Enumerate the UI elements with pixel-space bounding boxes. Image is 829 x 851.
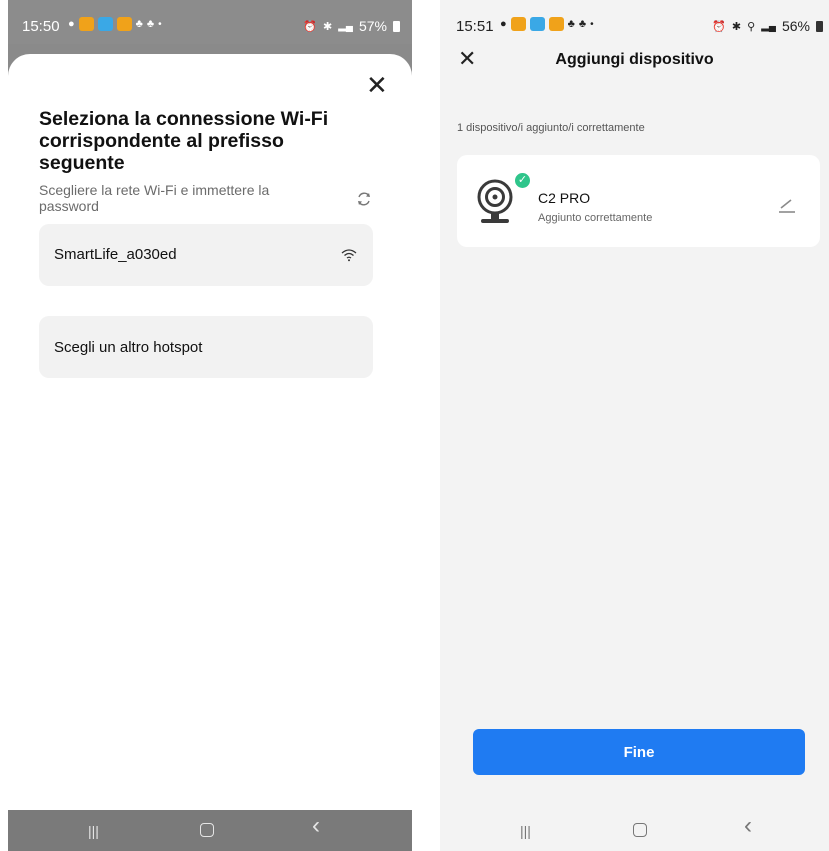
status-bar: 15:51 ● ♣ ♣ • ⏰ ✱ ⚲ ▂▄ 56% xyxy=(440,0,829,44)
other-hotspot-label: Scegli un altro hotspot xyxy=(54,339,203,356)
refresh-icon[interactable] xyxy=(356,191,372,207)
notification-icons: ● ♣ ♣ • xyxy=(500,17,594,31)
chat-icon: ● xyxy=(68,18,75,30)
status-time: 15:51 xyxy=(456,18,494,35)
device-status: Aggiunto correttamente xyxy=(538,212,653,224)
done-button[interactable]: Fine xyxy=(473,729,805,775)
notification-icon: ♣ xyxy=(567,18,575,30)
status-right: ⏰ ✱ ▂▄ 57% xyxy=(303,18,400,34)
sheet-subtitle: Scegliere la rete Wi-Fi e immettere la p… xyxy=(39,182,270,214)
status-bar: 15:50 ● ♣ ♣ • ⏰ ✱ ▂▄ 57% xyxy=(8,0,412,44)
navigation-bar: ||| ‹ xyxy=(8,810,412,851)
wifi-ssid: SmartLife_a030ed xyxy=(54,246,177,263)
bluetooth-icon: ✱ xyxy=(322,20,333,33)
app-icon xyxy=(529,17,545,31)
notification-icon: ♣ xyxy=(135,18,143,30)
battery-level: 56% xyxy=(781,18,810,34)
app-icon xyxy=(116,17,132,31)
app-icon xyxy=(78,17,94,31)
device-card[interactable]: ✓ C2 PRO Aggiunto correttamente xyxy=(457,155,820,247)
app-icon xyxy=(510,17,526,31)
chat-icon: ● xyxy=(500,18,507,30)
battery-level: 57% xyxy=(358,18,387,34)
back-button[interactable]: ‹ xyxy=(744,814,752,838)
alarm-icon: ⏰ xyxy=(712,20,726,33)
right-phone-screen: 15:51 ● ♣ ♣ • ⏰ ✱ ⚲ ▂▄ 56% ✕ Aggiungi di… xyxy=(440,0,829,851)
signal-icon: ▂▄ xyxy=(761,20,776,32)
signal-icon: ▂▄ xyxy=(338,20,353,32)
device-name: C2 PRO xyxy=(538,190,591,206)
wifi-icon xyxy=(341,249,357,262)
left-phone-screen: 15:50 ● ♣ ♣ • ⏰ ✱ ▂▄ 57% ✕ Seleziona la … xyxy=(8,0,412,851)
battery-icon xyxy=(393,20,400,32)
location-icon: ⚲ xyxy=(747,20,756,33)
recents-button[interactable]: ||| xyxy=(520,821,531,841)
home-button[interactable] xyxy=(633,823,647,837)
dot-icon: • xyxy=(590,18,594,30)
battery-icon xyxy=(816,20,823,32)
edit-icon[interactable] xyxy=(777,195,797,215)
notification-icons: ● ♣ ♣ • xyxy=(68,17,162,31)
notification-icon: ♣ xyxy=(146,18,155,30)
sheet-title: Seleziona la connessione Wi-Fi corrispon… xyxy=(39,108,329,174)
success-check-icon: ✓ xyxy=(513,171,532,190)
status-time: 15:50 xyxy=(22,18,60,35)
wifi-network-item[interactable]: SmartLife_a030ed xyxy=(39,224,373,286)
wifi-selection-sheet: ✕ Seleziona la connessione Wi-Fi corrisp… xyxy=(8,54,412,810)
navigation-bar: ||| ‹ xyxy=(440,810,829,851)
home-button[interactable] xyxy=(200,823,214,837)
notification-icon: ♣ xyxy=(578,18,587,30)
other-hotspot-button[interactable]: Scegli un altro hotspot xyxy=(39,316,373,378)
alarm-icon: ⏰ xyxy=(303,20,317,33)
back-button[interactable]: ‹ xyxy=(312,814,320,838)
app-icon xyxy=(548,17,564,31)
dot-icon: • xyxy=(158,18,162,30)
close-icon[interactable]: ✕ xyxy=(366,72,388,98)
bluetooth-icon: ✱ xyxy=(731,20,742,33)
app-icon xyxy=(97,17,113,31)
success-count-text: 1 dispositivo/i aggiunto/i correttamente xyxy=(457,122,645,134)
status-right: ⏰ ✱ ⚲ ▂▄ 56% xyxy=(712,18,823,34)
page-title: Aggiungi dispositivo xyxy=(555,51,714,68)
recents-button[interactable]: ||| xyxy=(88,821,99,841)
